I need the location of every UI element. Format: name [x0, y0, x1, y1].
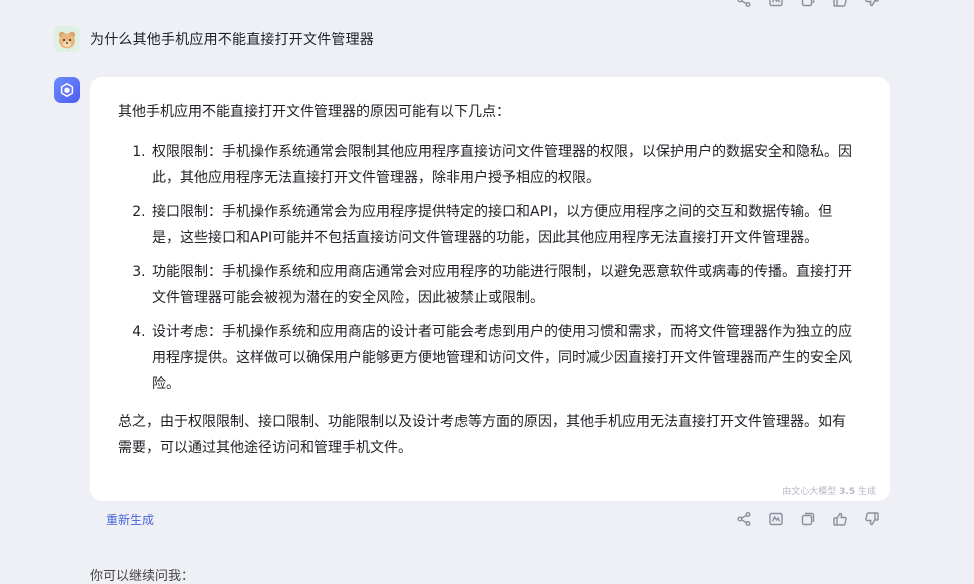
assistant-response-card: 其他手机应用不能直接打开文件管理器的原因可能有以下几点： 权限限制：手机操作系统… [90, 77, 890, 501]
response-actions [728, 509, 888, 529]
thumbs-up-icon[interactable] [824, 509, 856, 529]
assistant-avatar [54, 77, 80, 103]
continue-prompt: 你可以继续问我： [90, 569, 195, 584]
cube-logo-icon [60, 83, 74, 97]
response-point: 权限限制：手机操作系统通常会限制其他应用程序直接访问文件管理器的权限，以保护用户… [150, 139, 858, 191]
thumbs-up-icon[interactable] [824, 0, 856, 10]
response-intro: 其他手机应用不能直接打开文件管理器的原因可能有以下几点： [118, 104, 510, 120]
share-icon[interactable] [728, 0, 760, 10]
thumbs-down-icon[interactable] [856, 509, 888, 529]
copy-icon[interactable] [792, 509, 824, 529]
response-point: 接口限制：手机操作系统通常会为应用程序提供特定的接口和API，以方便应用程序之间… [150, 199, 858, 251]
user-avatar [54, 26, 80, 52]
model-watermark: 由文心大模型 3.5 生成 [782, 487, 876, 497]
previous-message-actions [728, 0, 888, 10]
user-message: 为什么其他手机应用不能直接打开文件管理器 [54, 26, 374, 52]
response-point: 功能限制：手机操作系统和应用商店通常会对应用程序的功能进行限制，以避免恶意软件或… [150, 259, 858, 311]
thumbs-down-icon[interactable] [856, 0, 888, 10]
response-summary: 总之，由于权限限制、接口限制、功能限制以及设计考虑等方面的原因，其他手机应用无法… [118, 414, 846, 456]
response-point-list: 权限限制：手机操作系统通常会限制其他应用程序直接访问文件管理器的权限，以保护用户… [118, 139, 858, 397]
copy-icon[interactable] [792, 0, 824, 10]
user-message-text: 为什么其他手机应用不能直接打开文件管理器 [90, 32, 374, 48]
regenerate-button[interactable]: 重新生成 [106, 511, 154, 528]
image-icon[interactable] [760, 0, 792, 10]
response-point: 设计考虑：手机操作系统和应用商店的设计者可能会考虑到用户的使用习惯和需求，而将文… [150, 319, 858, 397]
image-icon[interactable] [760, 509, 792, 529]
share-icon[interactable] [728, 509, 760, 529]
